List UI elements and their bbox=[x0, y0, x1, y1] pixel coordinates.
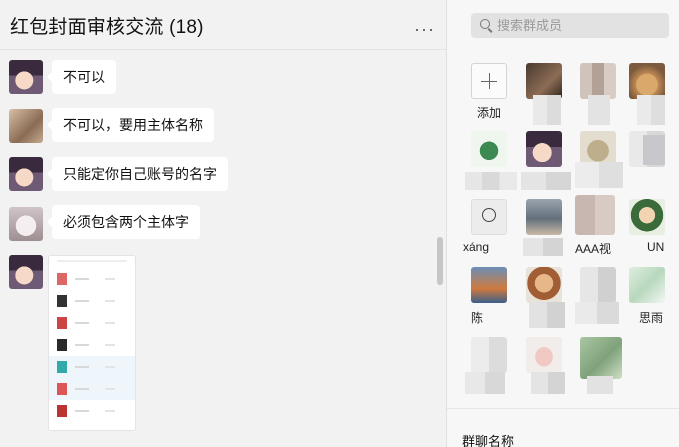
search-icon bbox=[480, 19, 490, 29]
member-avatar[interactable] bbox=[580, 337, 622, 379]
message-bubble[interactable]: 只能定你自己账号的名字 bbox=[47, 157, 228, 191]
image-line bbox=[105, 300, 115, 302]
member-avatar[interactable] bbox=[629, 63, 665, 99]
blurred-name bbox=[637, 95, 665, 125]
member-name: xáng bbox=[463, 240, 490, 254]
member-avatar[interactable] bbox=[526, 337, 562, 373]
message-bubble[interactable]: 不可以，要用主体名称 bbox=[47, 108, 214, 142]
sender-avatar[interactable] bbox=[9, 109, 43, 143]
image-line bbox=[105, 366, 115, 368]
blurred-name bbox=[587, 376, 613, 394]
image-line bbox=[75, 344, 89, 346]
blurred-name bbox=[588, 95, 610, 125]
image-line bbox=[105, 410, 115, 412]
image-row bbox=[49, 312, 135, 334]
member-avatar[interactable] bbox=[526, 199, 562, 235]
image-thumb bbox=[57, 317, 67, 329]
member-avatar[interactable] bbox=[471, 199, 507, 235]
member-avatar[interactable] bbox=[471, 267, 507, 303]
chat-header: 红包封面审核交流 (18) ··· bbox=[0, 0, 446, 50]
image-line bbox=[75, 366, 89, 368]
sender-avatar[interactable] bbox=[9, 157, 43, 191]
members-panel: 搜索群成员 添加 xáng AAA视 UN 陈 思雨 bbox=[447, 0, 679, 447]
message-bubble[interactable]: 不可以 bbox=[47, 60, 116, 94]
sender-avatar[interactable] bbox=[9, 255, 43, 289]
image-thumb bbox=[57, 339, 67, 351]
blurred-name bbox=[529, 302, 565, 328]
image-line bbox=[105, 344, 115, 346]
add-member-button[interactable] bbox=[471, 63, 507, 99]
member-avatar[interactable] bbox=[526, 63, 562, 99]
blurred-name bbox=[575, 162, 623, 188]
blurred-avatar bbox=[643, 135, 665, 165]
search-placeholder: 搜索群成员 bbox=[497, 18, 563, 33]
image-thumb bbox=[57, 361, 67, 373]
blurred-name bbox=[465, 372, 505, 394]
image-header-line bbox=[57, 260, 127, 262]
member-avatar[interactable] bbox=[629, 199, 665, 235]
member-search-input[interactable]: 搜索群成员 bbox=[471, 13, 669, 38]
image-row bbox=[49, 334, 135, 356]
image-line bbox=[105, 278, 115, 280]
member-name: 思雨 bbox=[639, 311, 664, 325]
image-line bbox=[75, 300, 89, 302]
member-avatar[interactable] bbox=[629, 267, 665, 303]
blurred-name bbox=[533, 95, 561, 125]
image-line bbox=[75, 322, 89, 324]
member-avatar[interactable] bbox=[471, 337, 507, 373]
member-avatar[interactable] bbox=[575, 195, 615, 235]
image-row bbox=[49, 356, 135, 378]
add-member-label: 添加 bbox=[477, 106, 502, 120]
blurred-name bbox=[521, 172, 571, 190]
blurred-name bbox=[523, 238, 563, 256]
member-name: UN bbox=[647, 240, 665, 254]
image-thumb bbox=[57, 273, 67, 285]
member-avatar[interactable] bbox=[526, 131, 562, 167]
image-row bbox=[49, 268, 135, 290]
image-line bbox=[75, 388, 89, 390]
blurred-name bbox=[531, 372, 565, 394]
image-row bbox=[49, 290, 135, 312]
member-avatar[interactable] bbox=[580, 63, 616, 99]
more-options-button[interactable]: ··· bbox=[414, 20, 435, 38]
member-name: 陈 bbox=[471, 311, 484, 325]
image-thumb bbox=[57, 295, 67, 307]
blurred-name bbox=[465, 172, 517, 190]
image-message[interactable] bbox=[48, 255, 136, 431]
image-line bbox=[75, 410, 89, 412]
image-thumb bbox=[57, 383, 67, 395]
panel-divider bbox=[447, 408, 679, 409]
group-name-label: 群聊名称 bbox=[462, 434, 515, 447]
chat-title: 红包封面审核交流 (18) bbox=[10, 17, 204, 38]
image-line bbox=[75, 278, 89, 280]
member-avatar[interactable] bbox=[580, 267, 616, 303]
image-line bbox=[105, 388, 115, 390]
chat-scrollbar[interactable] bbox=[437, 237, 443, 285]
member-name: AAA视 bbox=[575, 242, 612, 256]
tiktok-icon bbox=[482, 208, 496, 222]
image-thumb bbox=[57, 405, 67, 417]
sender-avatar[interactable] bbox=[9, 60, 43, 94]
member-avatar[interactable] bbox=[471, 131, 507, 167]
sender-avatar[interactable] bbox=[9, 207, 43, 241]
image-row bbox=[49, 400, 135, 422]
blurred-name bbox=[575, 302, 619, 324]
image-line bbox=[105, 322, 115, 324]
image-row bbox=[49, 378, 135, 400]
member-avatar[interactable] bbox=[526, 267, 562, 303]
chat-pane: 红包封面审核交流 (18) ··· 不可以 不可以，要用主体名称 只能定你自己账… bbox=[0, 0, 446, 447]
message-bubble[interactable]: 必须包含两个主体字 bbox=[47, 205, 200, 239]
